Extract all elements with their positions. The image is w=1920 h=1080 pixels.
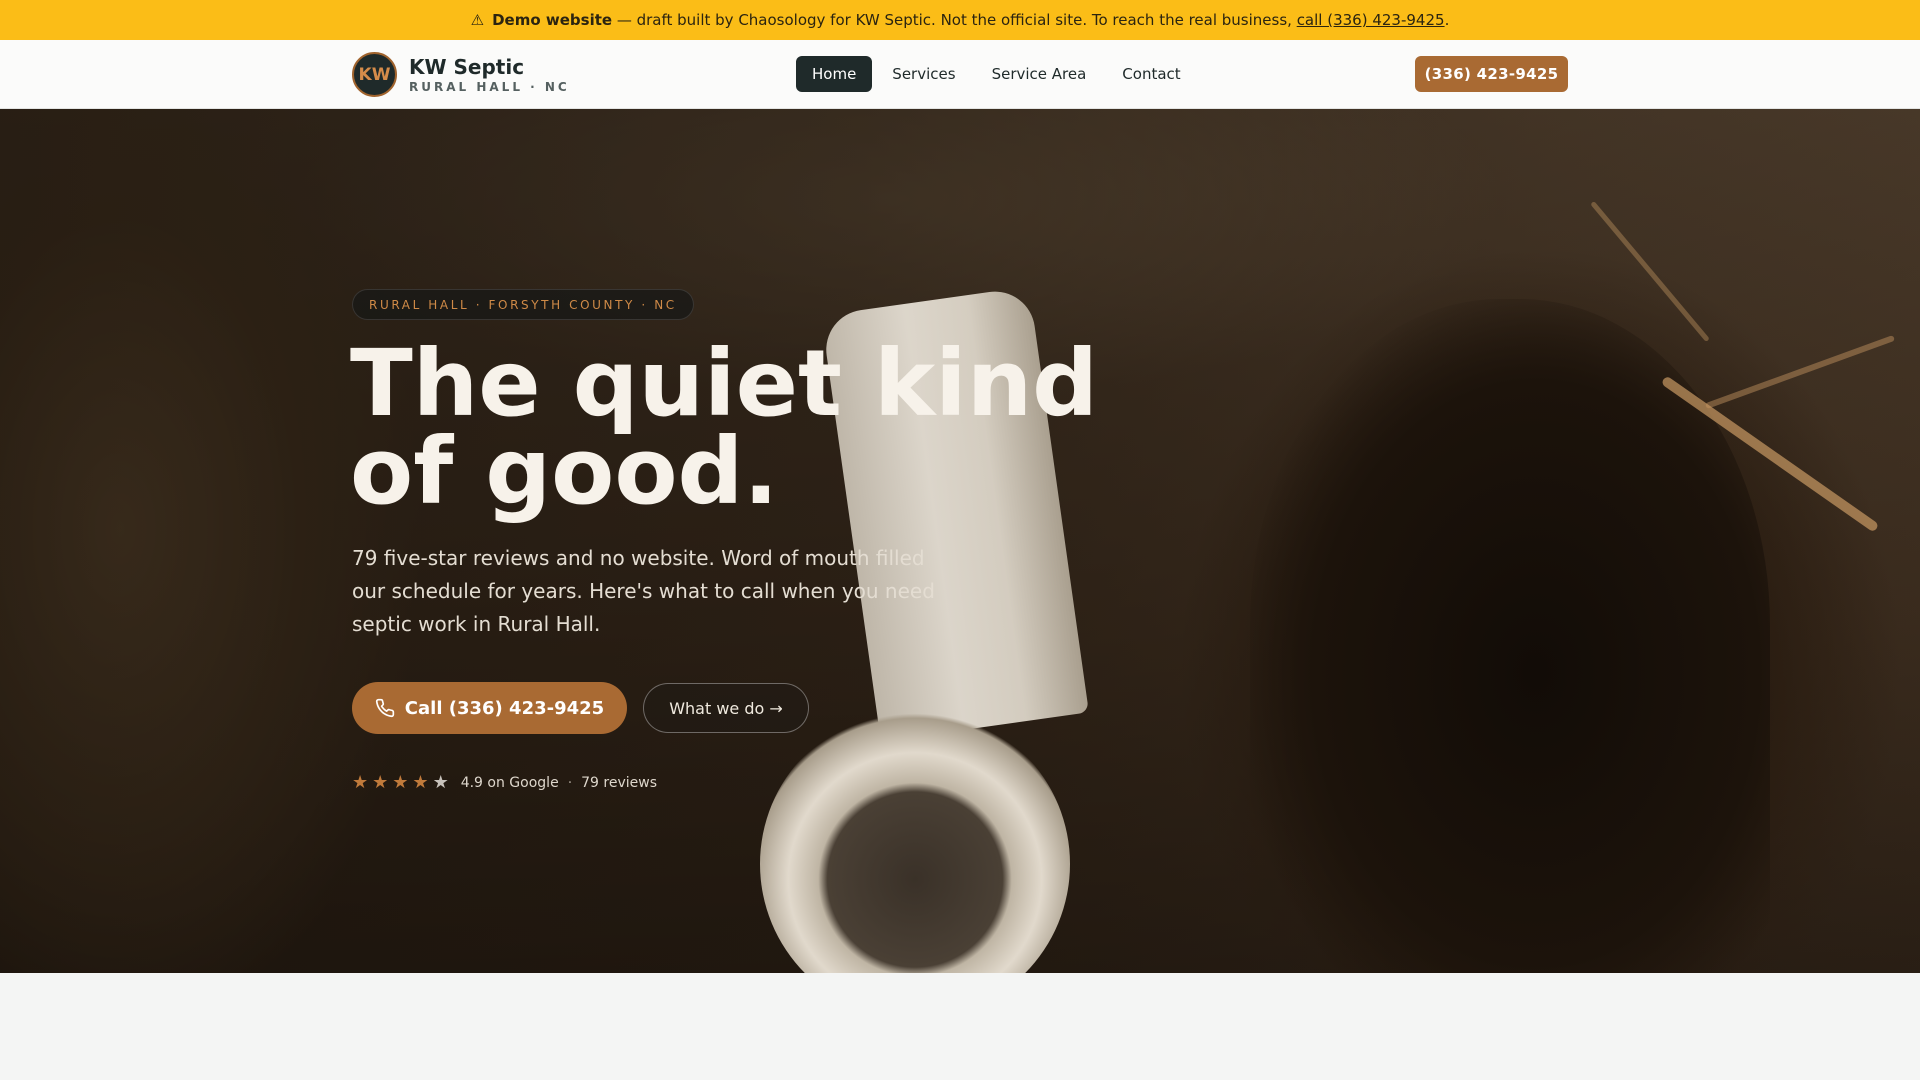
nav-services[interactable]: Services xyxy=(876,56,971,92)
nav-service-area[interactable]: Service Area xyxy=(976,56,1103,92)
google-rating: ★ ★ ★ ★ ★ 4.9 on Google · 79 reviews xyxy=(352,774,657,792)
rating-score: 4.9 on Google xyxy=(460,775,559,791)
hero-location-tag: RURAL HALL · FORSYTH COUNTY · NC xyxy=(352,289,694,320)
hero-section xyxy=(0,109,1920,973)
next-section xyxy=(0,973,1920,1080)
banner-call-link[interactable]: call (336) 423-9425 xyxy=(1297,11,1445,29)
call-button-label: Call (336) 423-9425 xyxy=(404,697,605,719)
star-icon: ★ xyxy=(372,772,389,793)
main-nav: Home Services Service Area Contact xyxy=(796,56,1201,92)
header-phone-button[interactable]: (336) 423-9425 xyxy=(1415,56,1568,92)
nav-home[interactable]: Home xyxy=(796,56,873,92)
what-we-do-button[interactable]: What we do → xyxy=(643,683,809,733)
site-header: KW KW Septic RURAL HALL · NC Home Servic… xyxy=(0,40,1920,109)
logo: KW xyxy=(352,52,397,97)
nav-contact[interactable]: Contact xyxy=(1106,56,1196,92)
separator-dot: · xyxy=(567,775,573,791)
demo-banner: ⚠ Demo website — draft built by Chaosolo… xyxy=(0,0,1920,40)
warning-icon: ⚠ xyxy=(470,11,485,29)
headline-line-2: of good. xyxy=(350,418,779,525)
hero-headline: The quiet kind of good. xyxy=(350,338,1110,518)
star-icon: ★ xyxy=(412,772,429,793)
review-count: 79 reviews xyxy=(581,775,657,791)
star-icon: ★ xyxy=(392,772,409,793)
brand-name: KW Septic xyxy=(409,54,525,79)
hero-subtext: 79 five-star reviews and no website. Wor… xyxy=(352,546,935,636)
hero-bg-root xyxy=(1705,334,1895,410)
star-rating: ★ ★ ★ ★ ★ xyxy=(352,774,453,792)
banner-bold: Demo website xyxy=(492,11,613,29)
banner-text: — draft built by Chaosology for KW Septi… xyxy=(612,11,1297,29)
banner-end: . xyxy=(1444,11,1450,29)
phone-icon xyxy=(375,698,394,718)
hero-bg-pipe-mouth xyxy=(760,709,1070,973)
brand[interactable]: KW KW Septic RURAL HALL · NC xyxy=(352,52,570,97)
star-icon: ★ xyxy=(432,772,449,793)
brand-location: RURAL HALL · NC xyxy=(409,79,570,94)
star-icon: ★ xyxy=(352,772,369,793)
call-button[interactable]: Call (336) 423-9425 xyxy=(352,682,627,734)
